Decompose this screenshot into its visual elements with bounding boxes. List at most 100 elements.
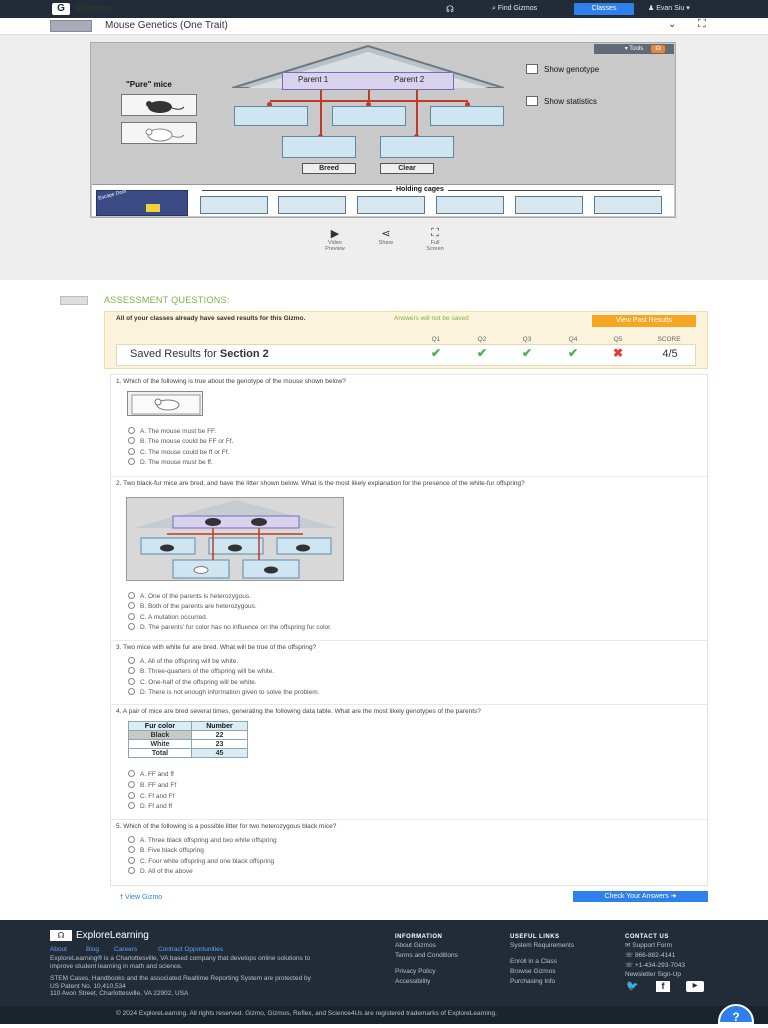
holding-cage[interactable] bbox=[278, 196, 346, 214]
brand-name[interactable]: Gizmos bbox=[76, 3, 112, 15]
fullscreen-icon[interactable]: ⛶ bbox=[698, 18, 706, 31]
q4-option-a[interactable]: A. FF and ff bbox=[128, 770, 174, 779]
radio-button[interactable] bbox=[128, 802, 135, 809]
offspring-cage[interactable] bbox=[332, 106, 406, 126]
black-mouse-icon bbox=[146, 101, 185, 113]
pure-black-mouse-cage[interactable] bbox=[121, 94, 197, 116]
radio-button[interactable] bbox=[128, 657, 135, 664]
radio-button[interactable] bbox=[128, 437, 135, 444]
radio-button[interactable] bbox=[128, 458, 135, 465]
radio-button[interactable] bbox=[128, 792, 135, 799]
breed-button[interactable]: Breed bbox=[302, 163, 356, 174]
radio-button[interactable] bbox=[128, 602, 135, 609]
footer-link-blog[interactable]: Blog bbox=[86, 946, 99, 953]
holding-cage[interactable] bbox=[515, 196, 583, 214]
q3-option-c[interactable]: C. One-half of the offspring will be whi… bbox=[128, 678, 257, 687]
q5-option-c[interactable]: C. Four white offspring and one black of… bbox=[128, 857, 274, 866]
radio-button[interactable] bbox=[128, 836, 135, 843]
q3-option-b[interactable]: B. Three-quarters of the offspring will … bbox=[128, 667, 274, 676]
offspring-cage[interactable] bbox=[380, 136, 454, 158]
q2-option-a[interactable]: A. One of the parents is heterozygous. bbox=[128, 592, 251, 601]
q3-option-a[interactable]: A. All of the offspring will be white. bbox=[128, 657, 238, 666]
q4-option-b[interactable]: B. FF and Ff bbox=[128, 781, 176, 790]
footer-link-privacy[interactable]: Privacy Policy bbox=[395, 968, 435, 976]
show-genotype-checkbox[interactable] bbox=[526, 64, 538, 74]
q5-option-b[interactable]: B. Five black offspring bbox=[128, 846, 204, 855]
holding-cage[interactable] bbox=[200, 196, 268, 214]
radio-button[interactable] bbox=[128, 592, 135, 599]
find-gizmos-link[interactable]: ⌕ Find Gizmos bbox=[492, 0, 537, 18]
q5-option-d[interactable]: D. All of the above bbox=[128, 867, 193, 876]
view-past-results-button[interactable]: View Past Results bbox=[592, 315, 696, 327]
view-gizmo-link[interactable]: 🠕 View Gizmo bbox=[120, 893, 162, 904]
question-1-text: 1. Which of the following is true about … bbox=[116, 378, 346, 385]
footer-link-about-gizmos[interactable]: About Gizmos bbox=[395, 942, 436, 950]
footer-about-text: ExploreLearning® is a Charlottesville, V… bbox=[50, 955, 311, 970]
footer-link-purchasing[interactable]: Purchasing Info bbox=[510, 978, 555, 986]
q2-option-b[interactable]: B. Both of the parents are heterozygous. bbox=[128, 602, 257, 611]
radio-button[interactable] bbox=[128, 688, 135, 695]
divider bbox=[110, 476, 708, 477]
q5-option-a[interactable]: A. Three black offspring and two white o… bbox=[128, 836, 277, 845]
radio-button[interactable] bbox=[128, 613, 135, 620]
radio-button[interactable] bbox=[128, 846, 135, 853]
explorelearning-logo[interactable]: ☊ ExploreLearning bbox=[50, 930, 149, 941]
q4-option-d[interactable]: D. Ff and ff bbox=[128, 802, 172, 811]
footer-phone-2[interactable]: ☏ +1-434-293-7043 bbox=[625, 962, 685, 970]
holding-cage[interactable] bbox=[594, 196, 662, 214]
option-label: B. Five black offspring bbox=[140, 847, 204, 854]
full-screen-icon[interactable]: ⛶ bbox=[418, 227, 452, 240]
footer-newsletter[interactable]: Newsletter Sign-Up bbox=[625, 971, 681, 979]
q1-option-b[interactable]: B. The mouse could be FF or Ff. bbox=[128, 437, 233, 446]
check-answers-button[interactable]: Check Your Answers ➜ bbox=[573, 891, 708, 902]
radio-button[interactable] bbox=[128, 427, 135, 434]
footer-link-about[interactable]: About bbox=[50, 946, 67, 953]
option-label: A. Three black offspring and two white o… bbox=[140, 837, 277, 844]
radio-button[interactable] bbox=[128, 448, 135, 455]
show-statistics-checkbox[interactable] bbox=[526, 96, 538, 106]
twitter-icon[interactable]: 🐦 bbox=[626, 981, 638, 992]
footer-support-form[interactable]: ✉ Support Form bbox=[625, 942, 672, 950]
q4-option-c[interactable]: C. Ff and Ff bbox=[128, 792, 174, 801]
phone-icon: ☏ bbox=[625, 962, 635, 969]
holding-cage[interactable] bbox=[357, 196, 425, 214]
footer-link-browse[interactable]: Browse Gizmos bbox=[510, 968, 556, 976]
radio-button[interactable] bbox=[128, 623, 135, 630]
logo-icon: ☊ bbox=[50, 930, 72, 941]
radio-button[interactable] bbox=[128, 667, 135, 674]
footer-link-terms[interactable]: Terms and Conditions bbox=[395, 952, 465, 960]
chevron-down-icon[interactable]: ⌄ bbox=[668, 19, 676, 30]
footer-phone-1[interactable]: ☏ 866-882-4141 bbox=[625, 952, 675, 960]
holding-cage[interactable] bbox=[436, 196, 504, 214]
pure-white-mouse-cage[interactable] bbox=[121, 122, 197, 144]
radio-button[interactable] bbox=[128, 678, 135, 685]
classes-button[interactable]: Classes bbox=[574, 3, 634, 15]
footer-link-system-requirements[interactable]: System Requirements bbox=[510, 942, 580, 950]
offspring-cage[interactable] bbox=[430, 106, 504, 126]
offspring-cage[interactable] bbox=[282, 136, 356, 158]
radio-button[interactable] bbox=[128, 867, 135, 874]
q3-option-d[interactable]: D. There is not enough information given… bbox=[128, 688, 319, 697]
play-icon[interactable]: ▶ bbox=[318, 227, 352, 240]
youtube-icon[interactable]: ▶ bbox=[686, 981, 704, 992]
q1-option-a[interactable]: A. The mouse must be FF. bbox=[128, 427, 216, 436]
q2-option-c[interactable]: C. A mutation occurred. bbox=[128, 613, 208, 622]
q2-option-d[interactable]: D. The parents' fur color has no influen… bbox=[128, 623, 332, 632]
footer-link-accessibility[interactable]: Accessibility bbox=[395, 978, 430, 986]
radio-button[interactable] bbox=[128, 781, 135, 788]
language-icon[interactable]: ☊ bbox=[446, 0, 454, 18]
offspring-cage[interactable] bbox=[234, 106, 308, 126]
footer-link-contracts[interactable]: Contract Opportunities bbox=[158, 946, 223, 953]
user-menu[interactable]: ♟ Evan Siu ▾ bbox=[648, 0, 690, 18]
gizmos-logo-icon[interactable]: G bbox=[52, 3, 70, 15]
footer-link-careers[interactable]: Careers bbox=[114, 946, 137, 953]
share-icon[interactable]: ⋖ bbox=[369, 227, 403, 240]
radio-button[interactable] bbox=[128, 770, 135, 777]
clear-button[interactable]: Clear bbox=[380, 163, 434, 174]
facebook-icon[interactable]: f bbox=[656, 981, 670, 992]
footer-link-enroll[interactable]: Enroll in a Class bbox=[510, 958, 557, 966]
radio-button[interactable] bbox=[128, 857, 135, 864]
table-header: Fur color bbox=[128, 721, 192, 731]
q1-option-d[interactable]: D. The mouse must be ff. bbox=[128, 458, 213, 467]
q1-option-c[interactable]: C. The mouse could be ff or Ff. bbox=[128, 448, 229, 457]
